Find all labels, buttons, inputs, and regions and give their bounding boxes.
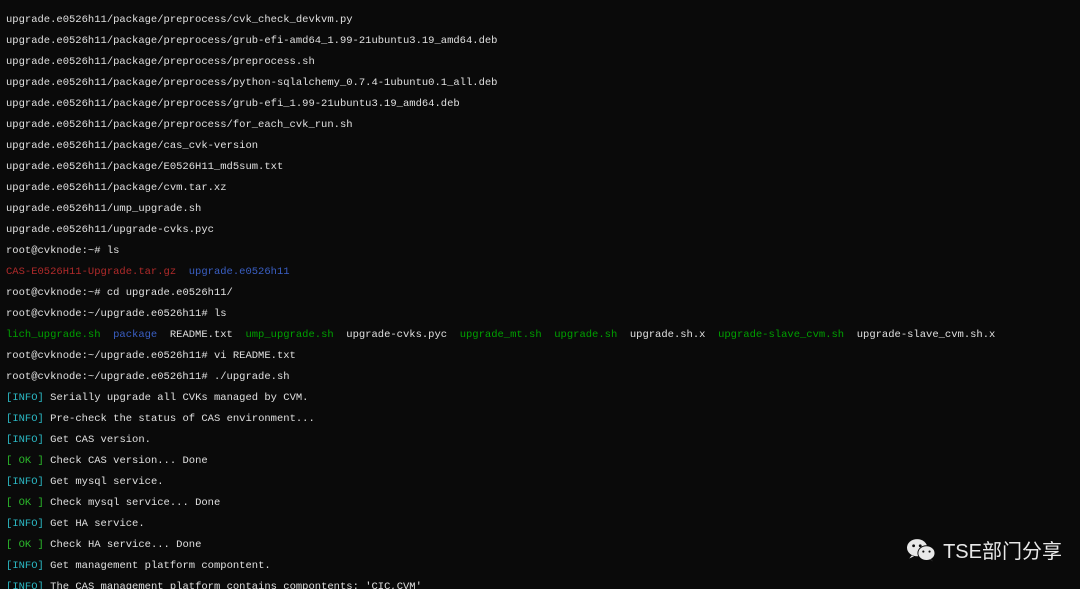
info-line: [INFO] The CAS management platform conta… — [6, 582, 1074, 589]
info-line: [INFO] Pre-check the status of CAS envir… — [6, 414, 1074, 425]
watermark: TSE部门分享 — [907, 535, 1062, 564]
shell-line: root@cvknode:~/upgrade.e0526h11# ./upgra… — [6, 372, 1074, 383]
shell-line: root@cvknode:~# cd upgrade.e0526h11/ — [6, 288, 1074, 299]
ok-line: [ OK ] Check CAS version... Done — [6, 456, 1074, 467]
watermark-text: TSE部门分享 — [943, 535, 1062, 564]
file-line: upgrade.e0526h11/package/preprocess/cvk_… — [6, 15, 1074, 26]
ls-output: lich_upgrade.sh package README.txt ump_u… — [6, 330, 1074, 341]
shell-line: root@cvknode:~/upgrade.e0526h11# vi READ… — [6, 351, 1074, 362]
ok-line: [ OK ] Check mysql service... Done — [6, 498, 1074, 509]
file-line: upgrade.e0526h11/package/preprocess/pyth… — [6, 78, 1074, 89]
file-line: upgrade.e0526h11/package/cas_cvk-version — [6, 141, 1074, 152]
file-line: upgrade.e0526h11/package/preprocess/prep… — [6, 57, 1074, 68]
wechat-icon — [907, 538, 935, 562]
file-line: upgrade.e0526h11/package/preprocess/for_… — [6, 120, 1074, 131]
file-line: upgrade.e0526h11/ump_upgrade.sh — [6, 204, 1074, 215]
file-line: upgrade.e0526h11/package/cvm.tar.xz — [6, 183, 1074, 194]
shell-line: root@cvknode:~/upgrade.e0526h11# ls — [6, 309, 1074, 320]
file-line: upgrade.e0526h11/package/E0526H11_md5sum… — [6, 162, 1074, 173]
file-line: upgrade.e0526h11/upgrade-cvks.pyc — [6, 225, 1074, 236]
info-line: [INFO] Get mysql service. — [6, 477, 1074, 488]
info-line: [INFO] Serially upgrade all CVKs managed… — [6, 393, 1074, 404]
shell-line: root@cvknode:~# ls — [6, 246, 1074, 257]
info-line: [INFO] Get CAS version. — [6, 435, 1074, 446]
info-line: [INFO] Get HA service. — [6, 519, 1074, 530]
terminal-output[interactable]: upgrade.e0526h11/package/preprocess/cvk_… — [0, 0, 1080, 589]
file-line: upgrade.e0526h11/package/preprocess/grub… — [6, 36, 1074, 47]
file-line: upgrade.e0526h11/package/preprocess/grub… — [6, 99, 1074, 110]
ls-output: CAS-E0526H11-Upgrade.tar.gz upgrade.e052… — [6, 267, 1074, 278]
